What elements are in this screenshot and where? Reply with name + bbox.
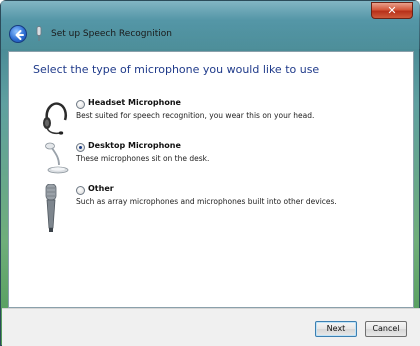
- wizard-content: Select the type of microphone you would …: [8, 51, 414, 308]
- option-label: Headset Microphone: [88, 98, 181, 107]
- title-bar: [1, 1, 420, 49]
- back-button[interactable]: [9, 25, 27, 43]
- wizard-window: ✕ Set up Speech Recognition Select the t…: [0, 0, 420, 346]
- button-bar: Next Cancel: [2, 308, 420, 346]
- cancel-button[interactable]: Cancel: [365, 321, 407, 337]
- microphone-icon: [36, 26, 42, 41]
- option-desktop[interactable]: Desktop Microphone These microphones sit…: [9, 141, 409, 185]
- headset-icon: [43, 102, 67, 135]
- page-heading: Select the type of microphone you would …: [33, 63, 320, 76]
- option-description: Such as array microphones and microphone…: [76, 197, 337, 206]
- option-description: These microphones sit on the desk.: [76, 154, 210, 163]
- option-headset[interactable]: Headset Microphone Best suited for speec…: [9, 98, 409, 142]
- back-arrow-icon: [15, 30, 24, 40]
- option-other[interactable]: Other Such as array microphones and micr…: [9, 184, 409, 232]
- option-description: Best suited for speech recognition, you …: [76, 111, 315, 120]
- option-label: Other: [88, 184, 114, 193]
- radio-other[interactable]: [76, 186, 85, 195]
- next-button[interactable]: Next: [315, 321, 357, 337]
- option-label: Desktop Microphone: [88, 141, 181, 150]
- handheld-microphone-icon: [45, 184, 57, 232]
- radio-desktop[interactable]: [76, 143, 85, 152]
- radio-headset[interactable]: [76, 100, 85, 109]
- desktop-microphone-icon: [45, 142, 69, 174]
- window-title: Set up Speech Recognition: [51, 29, 172, 39]
- close-button[interactable]: ✕: [371, 2, 413, 19]
